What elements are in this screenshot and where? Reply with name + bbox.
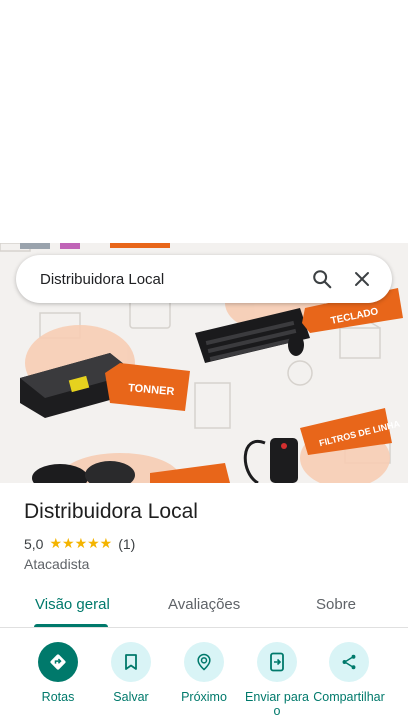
nearby-button[interactable]: Próximo — [164, 642, 244, 704]
directions-button[interactable]: Rotas — [18, 642, 98, 704]
rating-stars: ★★★★★ — [49, 536, 113, 552]
tab-overview[interactable]: Visão geral — [35, 596, 110, 613]
tab-about[interactable]: Sobre — [316, 596, 356, 613]
action-bar: Rotas Salvar Próximo Enviar para o Compa… — [0, 640, 408, 726]
send-to-phone-button[interactable]: Enviar para o — [237, 642, 317, 718]
search-icon[interactable] — [302, 259, 342, 299]
directions-icon — [38, 642, 78, 682]
active-tab-indicator — [34, 624, 108, 627]
place-tabs: Visão geral Avaliações Sobre — [0, 586, 408, 628]
send-to-phone-icon — [257, 642, 297, 682]
review-count[interactable]: (1) — [118, 536, 135, 552]
rating-row[interactable]: 5,0 ★★★★★ (1) — [24, 536, 135, 552]
close-icon[interactable] — [342, 259, 382, 299]
place-name: Distribuidora Local — [24, 500, 198, 523]
bookmark-icon — [111, 642, 151, 682]
tab-reviews[interactable]: Avaliações — [168, 596, 240, 613]
save-button[interactable]: Salvar — [91, 642, 171, 704]
search-input[interactable]: Distribuidora Local — [40, 271, 302, 288]
map-blank-area — [0, 0, 408, 243]
share-button[interactable]: Compartilhar — [309, 642, 389, 704]
send-to-phone-label: Enviar para o — [245, 690, 309, 718]
place-category[interactable]: Atacadista — [24, 556, 89, 572]
nearby-label: Próximo — [181, 690, 227, 704]
directions-label: Rotas — [41, 690, 75, 704]
rating-value: 5,0 — [24, 536, 44, 552]
share-label: Compartilhar — [313, 690, 385, 704]
nearby-icon — [184, 642, 224, 682]
share-icon — [329, 642, 369, 682]
search-bar[interactable]: Distribuidora Local — [16, 255, 392, 303]
save-label: Salvar — [113, 690, 149, 704]
